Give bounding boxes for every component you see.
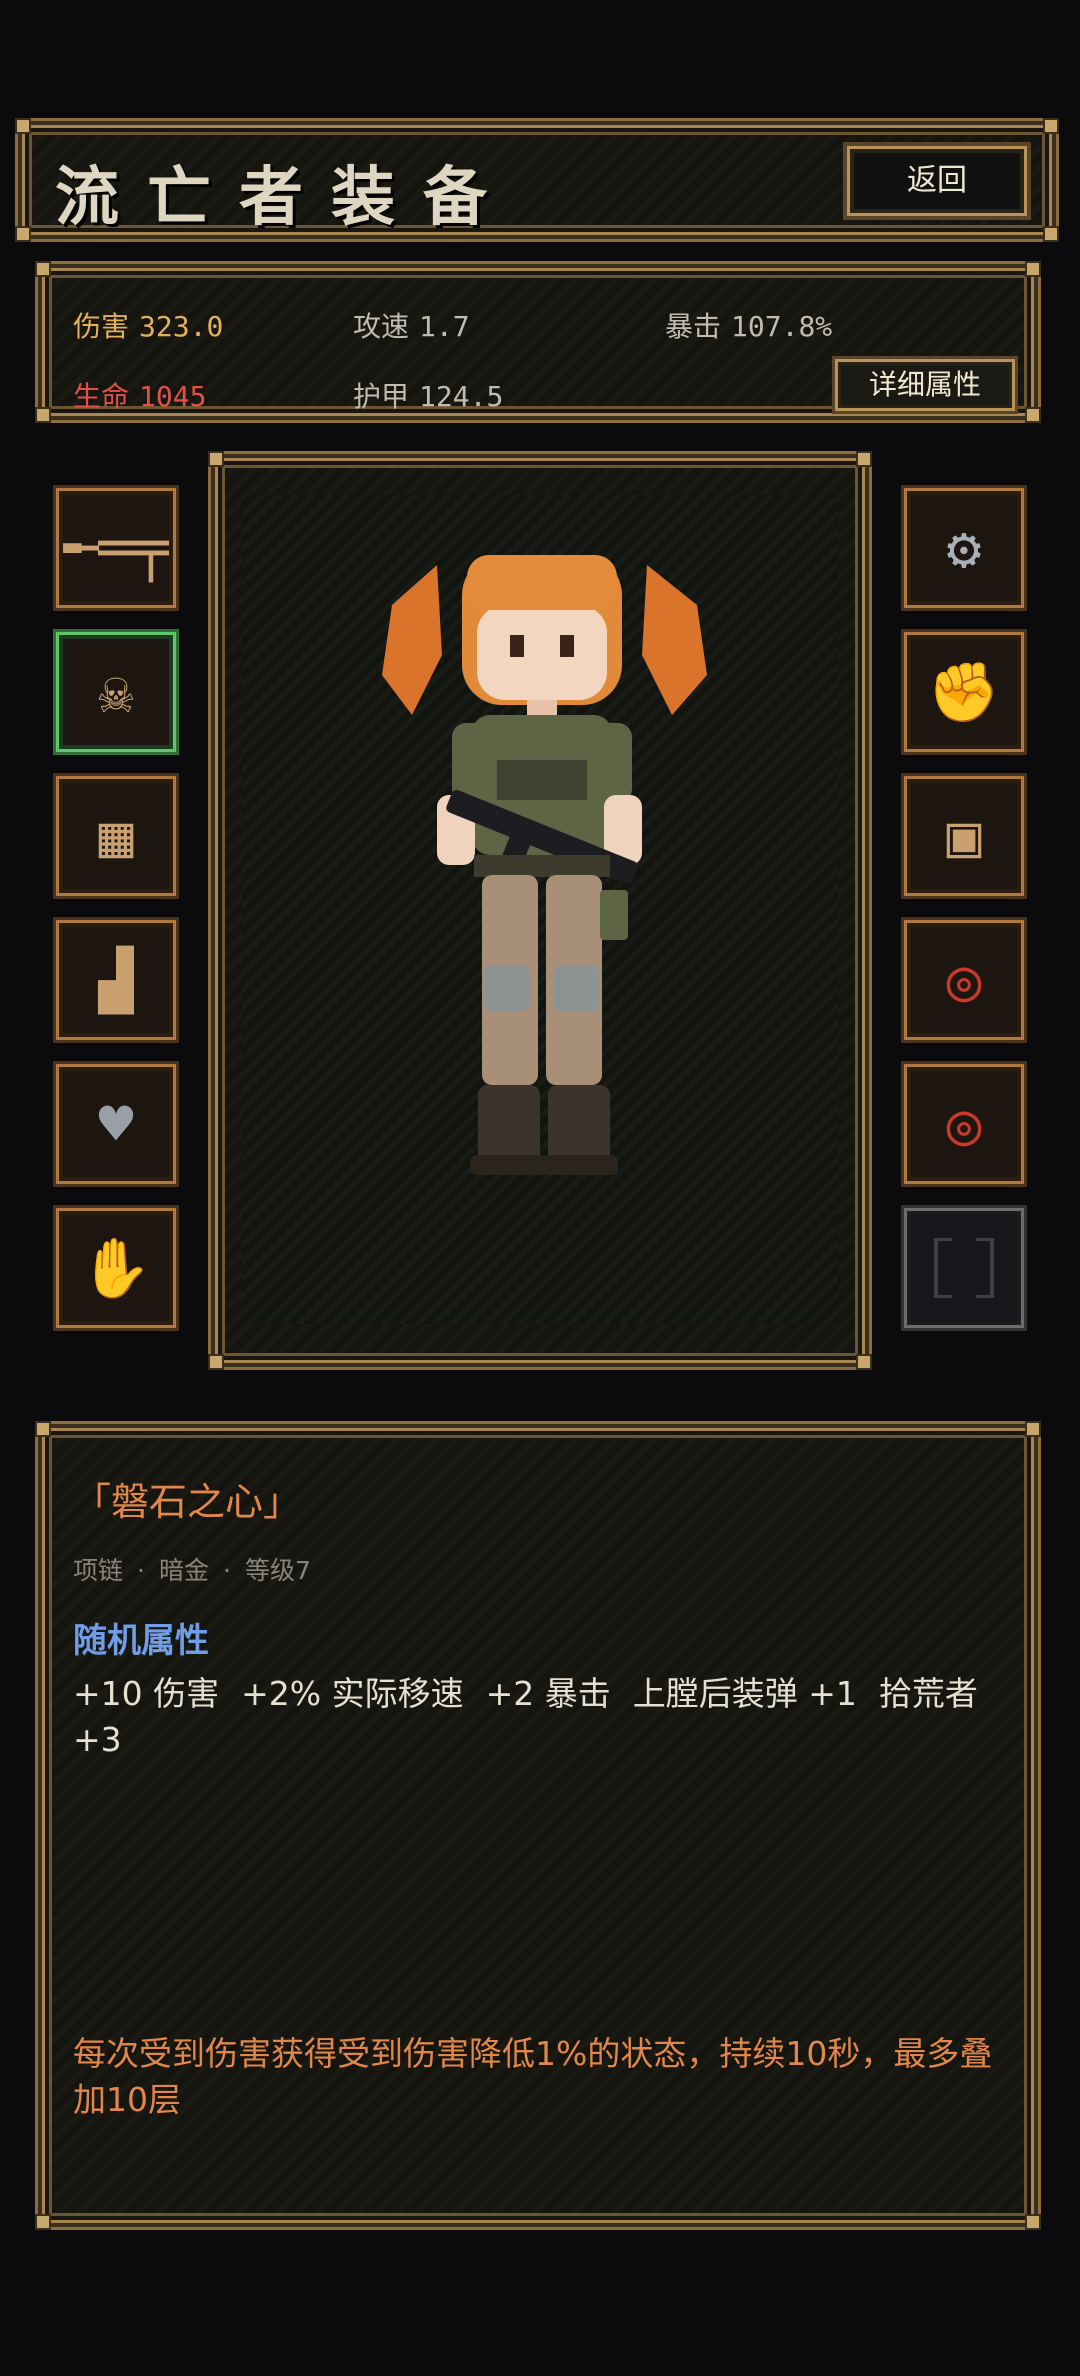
frame-corner (35, 407, 51, 423)
red-ring-icon: ◎ (946, 1090, 982, 1158)
slot-ring-2[interactable]: ◎ (904, 1064, 1024, 1184)
character-panel (208, 451, 872, 1370)
character-sprite (382, 555, 707, 1175)
stat-crit-label: 暴击 (665, 310, 722, 343)
rifle-icon: ╾═╤ (63, 514, 169, 582)
slot-charm[interactable]: ✋ (56, 1208, 176, 1328)
stat-armor: 护甲 124.5 (353, 375, 503, 415)
frame-corner (856, 1354, 872, 1370)
stat-damage-label: 伤害 (73, 310, 130, 343)
slot-boots[interactable]: ▟ (56, 920, 176, 1040)
header-panel: 流亡者装备 返回 (15, 118, 1059, 242)
character-viewport (242, 495, 838, 1324)
item-effect-text: 每次受到伤害获得受到伤害降低1%的状态，持续10秒，最多叠加10层 (73, 2034, 993, 2119)
slot-module[interactable]: ⚙ (904, 488, 1024, 608)
slot-gloves[interactable]: ✊ (904, 632, 1024, 752)
boots-icon: ▟ (98, 946, 134, 1014)
item-name: 「磐石之心」 (73, 1480, 302, 1524)
stat-life: 生命 1045 (73, 375, 206, 415)
item-meta: 项链 · 暗金 · 等级7 (73, 1556, 311, 1585)
frame-corner (35, 1421, 51, 1437)
slot-relic[interactable]: ▣ (904, 776, 1024, 896)
slot-ring-1[interactable]: ◎ (904, 920, 1024, 1040)
frame-corner (856, 451, 872, 467)
bone-hand-charm-icon: ✋ (79, 1233, 153, 1302)
slot-necklace[interactable]: ♥ (56, 1064, 176, 1184)
skull-mask-icon: ☠ (98, 658, 134, 726)
frame-corner (1025, 407, 1041, 423)
stat-life-value: 1045 (139, 380, 207, 413)
random-props-title: 随机属性 (73, 1621, 209, 1661)
stat-attack-speed-value: 1.7 (419, 310, 470, 343)
item-rarity: 暗金 (158, 1556, 209, 1585)
gear-module-icon: ⚙ (946, 514, 982, 582)
slot-empty[interactable] (904, 1208, 1024, 1328)
random-props-list: +10 伤害 +2% 实际移速 +2 暴击 上膛后装弹 +1 拾荒者 +3 (73, 1671, 1013, 1763)
slot-weapon[interactable]: ╾═╤ (56, 488, 176, 608)
frame-corner (15, 226, 31, 242)
item-detail-panel: 「磐石之心」 项链 · 暗金 · 等级7 随机属性 +10 伤害 +2% 实际移速 +2 暴… (35, 1421, 1041, 2230)
detail-stats-button[interactable]: 详细属性 (835, 359, 1015, 411)
item-level: 等级7 (244, 1556, 311, 1585)
frame-corner (1043, 226, 1059, 242)
heart-necklace-icon: ♥ (98, 1090, 134, 1158)
stat-life-label: 生命 (73, 380, 130, 413)
stat-attack-speed: 攻速 1.7 (353, 305, 470, 345)
stat-damage-value: 323.0 (139, 310, 224, 343)
frame-corner (15, 118, 31, 134)
red-ring-icon: ◎ (946, 946, 982, 1014)
stats-panel: 伤害 323.0 攻速 1.7 暴击 107.8% 生命 1045 护甲 124.5 详细… (35, 261, 1041, 423)
stat-armor-value: 124.5 (419, 380, 504, 413)
page-title: 流亡者装备 (55, 161, 515, 235)
random-prop: +2% 实际移速 (241, 1674, 464, 1713)
back-button[interactable]: 返回 (847, 146, 1027, 216)
ornate-frame-icon: ▣ (946, 802, 982, 870)
frame-corner (208, 1354, 224, 1370)
gauntlet-icon: ✊ (927, 657, 1001, 726)
frame-corner (1043, 118, 1059, 134)
armor-vest-icon: ▦ (98, 802, 134, 870)
frame-corner (208, 451, 224, 467)
frame-corner (35, 261, 51, 277)
random-prop: 上膛后装弹 +1 (632, 1674, 857, 1713)
frame-corner (1025, 2214, 1041, 2230)
frame-corner (1025, 261, 1041, 277)
stat-crit-value: 107.8% (731, 310, 833, 343)
random-prop: +10 伤害 (73, 1674, 220, 1713)
slot-armor[interactable]: ▦ (56, 776, 176, 896)
stat-crit: 暴击 107.8% (665, 305, 832, 345)
frame-corner (35, 2214, 51, 2230)
random-prop: +2 暴击 (485, 1674, 611, 1713)
stat-damage: 伤害 323.0 (73, 305, 223, 345)
slot-helmet[interactable]: ☠ (56, 632, 176, 752)
stat-attack-speed-label: 攻速 (353, 310, 410, 343)
stat-armor-label: 护甲 (353, 380, 410, 413)
empty-slot-icon (934, 1238, 994, 1298)
frame-corner (1025, 1421, 1041, 1437)
item-type: 项链 (73, 1556, 124, 1585)
